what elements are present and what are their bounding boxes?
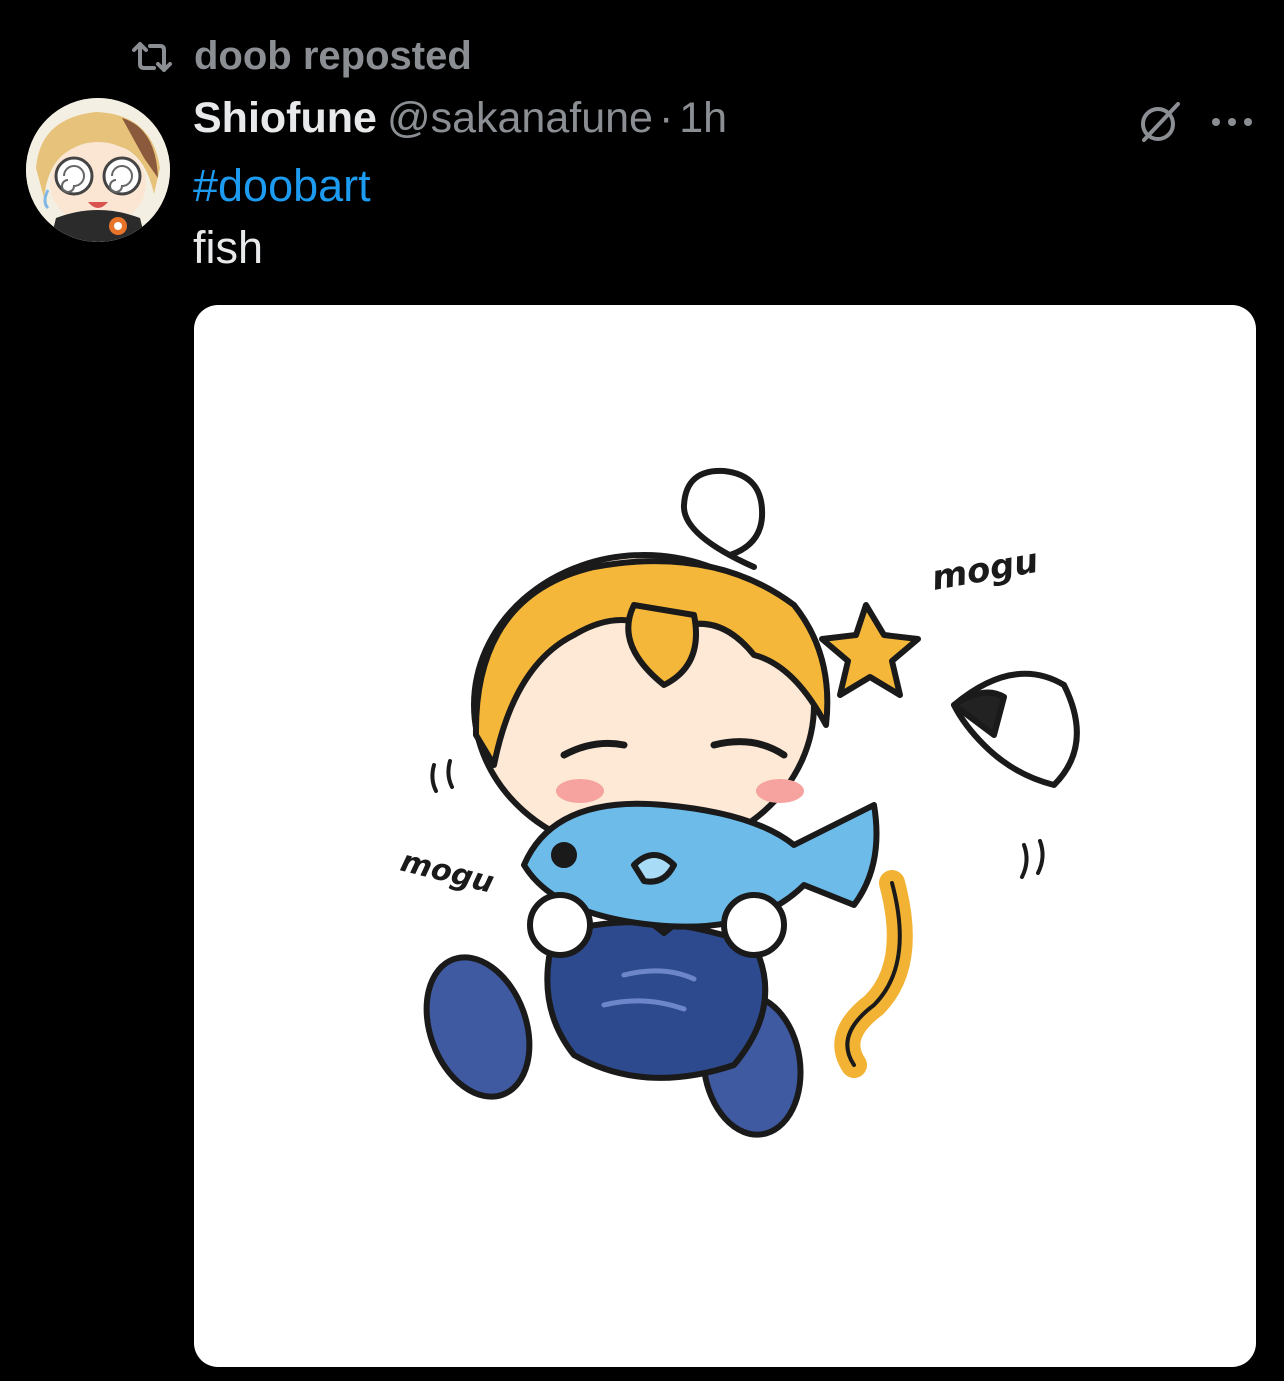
author-avatar[interactable] [26,98,170,242]
repost-indicator[interactable]: doob reposted [130,30,472,82]
author-display-name[interactable]: Shiofune [193,94,377,143]
tweet-text: fish [193,222,264,273]
grok-icon[interactable] [1136,98,1184,146]
tweet-media-image[interactable]: mogu mogu [194,305,1256,1367]
tweet-header-actions [1136,94,1254,150]
hashtag-link[interactable]: #doobart [193,160,371,212]
more-options-icon[interactable] [1210,112,1254,132]
separator-dot: · [658,94,674,142]
tweet-timestamp[interactable]: 1h [679,94,727,143]
repost-icon [130,39,174,73]
sfx-text-top: mogu [929,541,1042,599]
sfx-text-left: mogu [397,844,497,901]
repost-label[interactable]: doob reposted [194,34,472,79]
author-handle[interactable]: @sakanafune [387,94,653,143]
chibi-illustration: mogu mogu [397,467,1080,1138]
tweet-header: Shiofune @sakanafune · 1h [193,94,727,150]
